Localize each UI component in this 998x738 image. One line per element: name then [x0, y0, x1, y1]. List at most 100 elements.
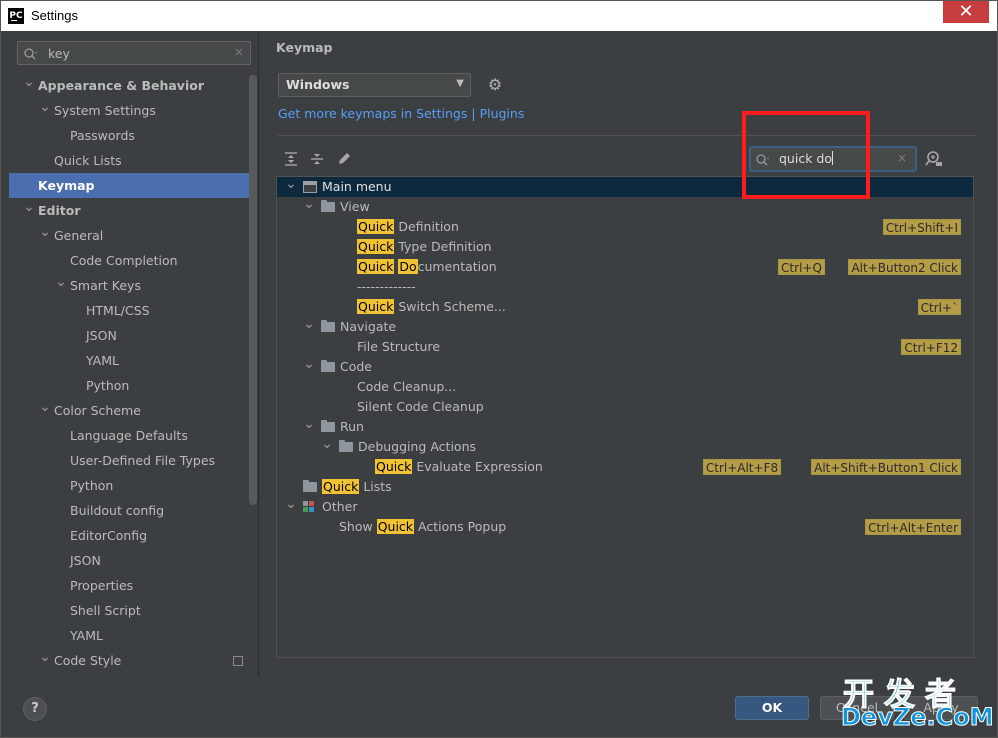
keymap-row[interactable]: Silent Code Cleanup [277, 397, 973, 417]
action-text: Run [340, 419, 364, 434]
keymap-row[interactable]: Quick Type Definition [277, 237, 973, 257]
sidebar-item-buildout-config[interactable]: Buildout config [9, 498, 257, 523]
keymap-row[interactable]: ⌄ Other [277, 497, 973, 517]
chevron-down-icon[interactable]: ⌄ [285, 177, 297, 191]
annotation-highlight-box [742, 111, 870, 199]
chevron-down-icon[interactable]: ⌄ [39, 398, 51, 416]
keymap-action-label: Code Cleanup... [357, 377, 456, 397]
search-match-highlight: Quick [357, 299, 395, 314]
sidebar-item-language-defaults[interactable]: Language Defaults [9, 423, 257, 448]
gear-icon[interactable]: ⚙ [486, 76, 504, 94]
main-menu-icon [303, 181, 317, 193]
clear-search-icon[interactable]: × [234, 45, 244, 59]
chevron-down-icon[interactable]: ⌄ [39, 98, 51, 116]
sidebar-item-properties[interactable]: Properties [9, 573, 257, 598]
keymap-row[interactable]: Show Quick Actions Popup Ctrl+Alt+Enter [277, 517, 973, 537]
folder-icon [339, 440, 353, 452]
keymaps-link[interactable]: Get more keymaps in Settings | Plugins [278, 106, 524, 121]
chevron-down-icon[interactable]: ⌄ [39, 223, 51, 241]
keymap-row[interactable]: Quick Evaluate Expression Alt+Shift+Butto… [277, 457, 973, 477]
action-text: Lists [359, 479, 392, 494]
sidebar-item-label: User-Defined File Types [70, 453, 216, 468]
watermark-logo: 开发者 DevZe.CoM [839, 669, 997, 735]
action-text: Code [340, 359, 373, 374]
sidebar-item-quick-lists[interactable]: Quick Lists [9, 148, 257, 173]
sidebar-item-label: Editor [38, 203, 81, 218]
chevron-down-icon[interactable]: ⌄ [23, 198, 35, 216]
sidebar-scrollbar[interactable] [249, 75, 257, 505]
sidebar-item-json[interactable]: JSON [9, 548, 257, 573]
keymap-row[interactable]: Quick Documentation Alt+Button2 Click Ctrl… [277, 257, 973, 277]
chevron-down-icon[interactable]: ⌄ [321, 437, 333, 451]
sidebar-item-user-defined-file-types[interactable]: User-Defined File Types [9, 448, 257, 473]
watermark-text-en: DevZe.CoM [841, 703, 995, 732]
sidebar-item-appearance-behavior[interactable]: ⌄ Appearance & Behavior [9, 73, 257, 98]
chevron-down-icon[interactable]: ⌄ [303, 417, 315, 431]
keymap-select[interactable]: Windows ▼ [278, 73, 471, 97]
close-button[interactable]: ✕ [943, 1, 989, 23]
sidebar-item-label: Python [86, 378, 130, 393]
keymap-row[interactable]: ⌄ Navigate [277, 317, 973, 337]
chevron-down-icon[interactable]: ⌄ [39, 648, 51, 666]
sidebar-item-yaml[interactable]: YAML [9, 348, 257, 373]
folder-icon [321, 360, 335, 372]
chevron-down-icon[interactable]: ⌄ [285, 497, 297, 511]
sidebar-item-editor[interactable]: ⌄ Editor [9, 198, 257, 223]
sidebar-item-html-css[interactable]: HTML/CSS [9, 298, 257, 323]
sidebar-item-shell-script[interactable]: Shell Script [9, 598, 257, 623]
chevron-down-icon[interactable]: ⌄ [23, 73, 35, 91]
keymap-tree: ⌄ Main menu ⌄ View Quick Definition Ctrl+Shif… [276, 176, 974, 658]
edit-pencil-icon[interactable] [335, 151, 353, 169]
ok-button[interactable]: OK [735, 696, 809, 720]
chevron-down-icon[interactable]: ⌄ [303, 197, 315, 211]
keymap-row[interactable]: Quick Lists [277, 477, 973, 497]
keymap-row[interactable]: ⌄ Run [277, 417, 973, 437]
sidebar-item-system-settings[interactable]: ⌄ System Settings [9, 98, 257, 123]
sidebar-item-yaml[interactable]: YAML [9, 623, 257, 648]
settings-search-value: key [48, 46, 70, 61]
settings-search-input[interactable]: key × [17, 41, 251, 65]
get-more-keymaps-link[interactable]: Get more keymaps in Settings [278, 106, 467, 121]
sidebar-item-python[interactable]: Python [9, 373, 257, 398]
sidebar-item-keymap[interactable]: Keymap [9, 173, 257, 198]
sidebar-item-editorconfig[interactable]: EditorConfig [9, 523, 257, 548]
search-match-highlight: Quick [357, 259, 395, 274]
help-button[interactable]: ? [23, 697, 47, 721]
sidebar-item-label: Appearance & Behavior [38, 78, 204, 93]
sidebar-item-smart-keys[interactable]: ⌄ Smart Keys [9, 273, 257, 298]
pycharm-app-icon: PC [8, 8, 24, 24]
sidebar-item-json[interactable]: JSON [9, 323, 257, 348]
keymap-select-value: Windows [286, 77, 350, 92]
sidebar-item-label: YAML [70, 628, 103, 643]
shortcut-badge: Alt+Shift+Button1 Click [811, 459, 961, 475]
action-text: Show [339, 519, 377, 534]
sidebar-item-general[interactable]: ⌄ General [9, 223, 257, 248]
keymap-row[interactable]: ------------- [277, 277, 973, 297]
chevron-down-icon[interactable]: ⌄ [303, 317, 315, 331]
clear-search-icon[interactable]: × [897, 151, 907, 165]
expand-all-icon[interactable] [282, 151, 300, 169]
chevron-down-icon[interactable]: ⌄ [55, 273, 67, 291]
chevron-down-icon[interactable]: ⌄ [303, 357, 315, 371]
keymap-action-label: View [340, 197, 370, 217]
keymap-row[interactable]: ⌄ Debugging Actions [277, 437, 973, 457]
keymap-row[interactable]: Code Cleanup... [277, 377, 973, 397]
sidebar-item-code-completion[interactable]: Code Completion [9, 248, 257, 273]
collapse-all-icon[interactable] [308, 151, 326, 169]
keymap-action-label: Quick Definition [357, 217, 459, 237]
keymap-row[interactable]: ⌄ Code [277, 357, 973, 377]
folder-icon [303, 480, 317, 492]
keymap-action-label: Main menu [322, 177, 392, 197]
divider [278, 135, 976, 136]
keymap-action-label: Silent Code Cleanup [357, 397, 484, 417]
keymap-row[interactable]: Quick Definition Ctrl+Shift+I [277, 217, 973, 237]
sidebar-item-color-scheme[interactable]: ⌄ Color Scheme [9, 398, 257, 423]
sidebar-item-python[interactable]: Python [9, 473, 257, 498]
keymap-row[interactable]: Quick Switch Scheme... Ctrl+` [277, 297, 973, 317]
sidebar-item-passwords[interactable]: Passwords [9, 123, 257, 148]
plugins-link[interactable]: Plugins [480, 106, 525, 121]
keymap-row[interactable]: ⌄ View [277, 197, 973, 217]
sidebar-item-code-style[interactable]: ⌄ Code Style [9, 648, 257, 673]
find-by-shortcut-icon[interactable] [924, 149, 944, 169]
keymap-row[interactable]: File Structure Ctrl+F12 [277, 337, 973, 357]
